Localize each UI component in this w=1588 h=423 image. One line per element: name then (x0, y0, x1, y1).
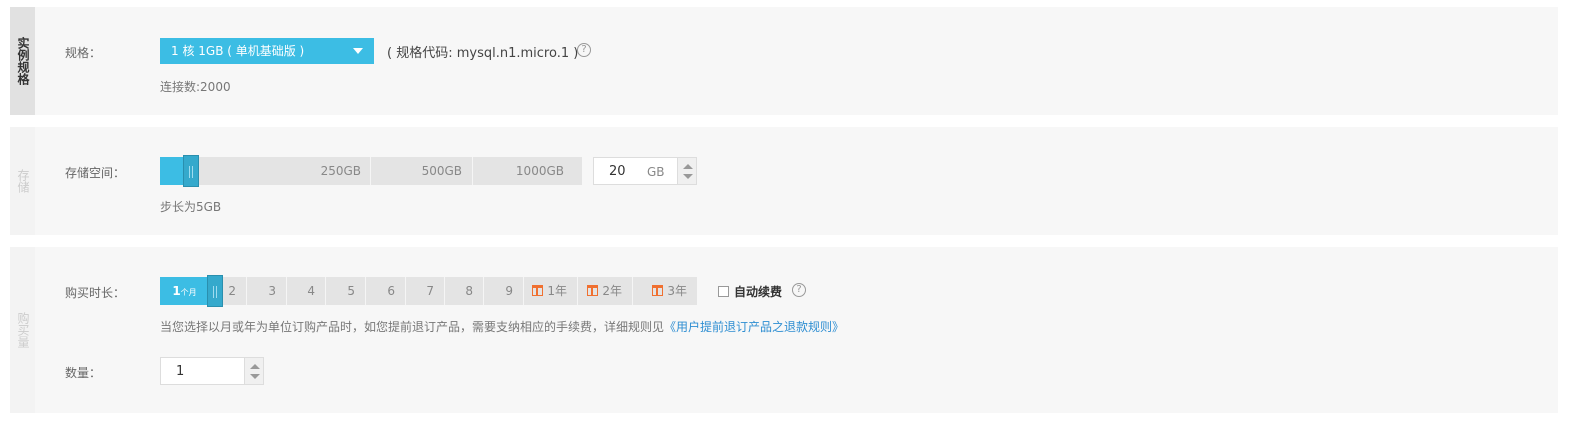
chevron-down-icon (353, 48, 363, 54)
chevron-down-icon[interactable] (250, 374, 260, 379)
tick-label: 500GB (421, 164, 462, 178)
duration-slider[interactable]: 1个月 2 3 4 5 6 7 8 9 1年 2年 3年 (160, 275, 697, 307)
duration-option-label: 4 (307, 284, 315, 298)
selected-month-num: 1 (172, 284, 181, 298)
duration-option-selected[interactable]: 1个月 (160, 277, 210, 305)
duration-option[interactable]: 7 (406, 277, 445, 305)
selected-month-unit: 个月 (180, 288, 197, 297)
duration-option-label: 1年 (547, 284, 567, 298)
storage-input[interactable]: 20 GB (593, 157, 697, 185)
duration-option[interactable]: 8 (445, 277, 484, 305)
duration-option-label: 6 (387, 284, 395, 298)
chevron-up-icon[interactable] (683, 164, 693, 169)
spec-label: 规格： (65, 46, 102, 60)
instance-spec-panel: 实例规格 规格： 1 核 1GB ( 单机基础版 ) ( 规格代码: mysql… (10, 7, 1558, 115)
duration-option-2year[interactable]: 2年 (578, 277, 633, 305)
storage-stepper[interactable] (677, 157, 697, 185)
duration-label: 购买时长： (65, 286, 126, 300)
duration-option-label: 9 (505, 284, 513, 298)
tab-instance-spec-label: 实例规格 (16, 37, 30, 85)
purchase-panel: 购买量 购买时长： 1个月 2 3 4 5 6 7 8 9 1年 2年 3年 自… (10, 247, 1558, 413)
tab-purchase-label: 购买量 (16, 312, 30, 348)
duration-option-label: 3 (268, 284, 276, 298)
slider-handle[interactable] (207, 275, 223, 307)
spec-dropdown-value: 1 核 1GB ( 单机基础版 ) (171, 44, 305, 58)
auto-renew-label: 自动续费 (734, 285, 783, 299)
slider-handle[interactable] (183, 155, 199, 187)
checkbox-box[interactable] (718, 286, 729, 297)
help-icon[interactable]: ? (577, 43, 591, 57)
duration-option-label: 2 (228, 284, 236, 298)
storage-panel: 存储 存储空间： 250GB 500GB 1000GB 20 GB 步长为5GB (10, 127, 1558, 235)
step-hint: 步长为5GB (160, 200, 222, 214)
gift-icon (587, 285, 599, 296)
chevron-up-icon[interactable] (250, 364, 260, 369)
duration-option[interactable]: 5 (326, 277, 366, 305)
duration-option-label: 3年 (667, 284, 687, 298)
storage-value: 20 (609, 164, 626, 179)
auto-renew-checkbox[interactable]: 自动续费 (718, 283, 782, 300)
tab-storage-label: 存储 (16, 169, 30, 193)
tick-label: 250GB (320, 164, 361, 178)
spec-dropdown[interactable]: 1 核 1GB ( 单机基础版 ) (160, 38, 374, 64)
duration-option[interactable]: 9 (484, 277, 524, 305)
tab-instance-spec[interactable]: 实例规格 (10, 7, 35, 115)
gift-icon (532, 285, 544, 296)
duration-option-3year[interactable]: 3年 (633, 277, 697, 305)
spec-code-text: ( 规格代码: mysql.n1.micro.1 ) (387, 46, 579, 61)
storage-slider[interactable]: 250GB 500GB 1000GB (160, 155, 582, 187)
tab-storage[interactable]: 存储 (10, 127, 35, 235)
duration-option-1year[interactable]: 1年 (524, 277, 578, 305)
duration-option-label: 5 (347, 284, 355, 298)
quantity-label: 数量： (65, 366, 102, 380)
refund-notice: 当您选择以月或年为单位订购产品时，如您提前退订产品，需要支纳相应的手续费，详细规… (160, 318, 844, 335)
storage-label: 存储空间： (65, 166, 126, 180)
connections-text: 连接数:2000 (160, 80, 231, 94)
refund-notice-text: 当您选择以月或年为单位订购产品时，如您提前退订产品，需要支纳相应的手续费，详细规… (160, 320, 665, 334)
duration-option-label: 8 (465, 284, 473, 298)
gift-icon (652, 285, 664, 296)
refund-rules-link[interactable]: 《用户提前退订产品之退款规则》 (664, 320, 844, 334)
duration-option-label: 2年 (602, 284, 622, 298)
duration-option-label: 7 (426, 284, 434, 298)
storage-unit: GB (647, 165, 665, 179)
quantity-input[interactable]: 1 (160, 357, 264, 385)
chevron-down-icon[interactable] (683, 174, 693, 179)
duration-option[interactable]: 3 (247, 277, 287, 305)
duration-option[interactable]: 4 (287, 277, 326, 305)
help-icon[interactable]: ? (792, 283, 806, 297)
slider-fill (160, 157, 184, 185)
tab-purchase[interactable]: 购买量 (10, 247, 35, 413)
quantity-stepper[interactable] (244, 357, 264, 385)
duration-option[interactable]: 6 (366, 277, 406, 305)
quantity-value: 1 (176, 364, 185, 379)
tick-label: 1000GB (515, 164, 564, 178)
